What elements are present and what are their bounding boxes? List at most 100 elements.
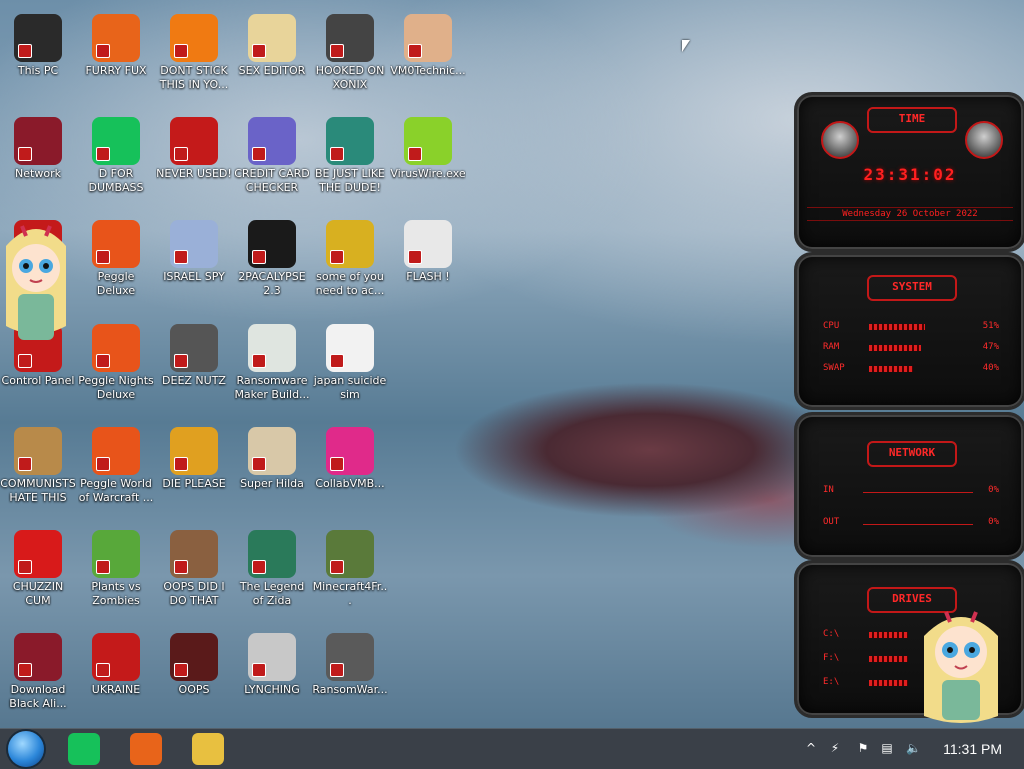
firefox-icon <box>92 14 140 62</box>
desktop-icon[interactable]: D FOR DUMBASS <box>78 109 154 209</box>
collabvm-icon <box>326 427 374 475</box>
desktop-icon[interactable]: Ransomware Maker Build... <box>234 316 310 416</box>
desktop-icon[interactable]: COMMUNISTS HATE THIS G... <box>0 419 76 519</box>
desktop-icon[interactable]: SEX EDITOR <box>234 6 310 106</box>
shortcut-badge-icon <box>330 354 344 368</box>
tray-up-arrow-icon[interactable]: ^ <box>804 741 818 755</box>
desktop-icon-label: VM0Technic... <box>390 64 466 77</box>
shortcut-badge-icon <box>18 354 32 368</box>
network-row-name: IN <box>823 485 834 495</box>
desktop-icon[interactable]: Peggle Deluxe <box>78 212 154 312</box>
desktop-icon[interactable]: VirusWire.exe <box>390 109 466 209</box>
shortcut-badge-icon <box>330 44 344 58</box>
desktop-icon-label: Peggle Deluxe <box>96 270 136 297</box>
peggle-icon <box>92 220 140 268</box>
tray-network-icon[interactable]: ▤ <box>880 741 894 755</box>
shortcut-badge-icon <box>174 44 188 58</box>
desktop-icon[interactable]: CollabVMB... <box>312 419 388 519</box>
desktop-icon-label: CREDIT CARD CHECKER <box>234 167 310 194</box>
desktop-icon[interactable]: Network <box>0 109 76 209</box>
desktop-icon[interactable]: HOOKED ON XONIX <box>312 6 388 106</box>
desktop-icon[interactable]: RansomWar... <box>312 625 388 725</box>
desktop-icon[interactable]: DIE PLEASE <box>156 419 232 519</box>
desktop-icon-label: LYNCHING <box>244 683 300 696</box>
flash-icon <box>404 220 452 268</box>
traffic-graph <box>863 524 973 525</box>
lime-icon <box>404 117 452 165</box>
shortcut-badge-icon <box>408 44 422 58</box>
desktop-icon-label: Download Black Ali... <box>9 683 67 710</box>
start-orb-icon[interactable] <box>8 731 44 767</box>
shortcut-badge-icon <box>174 560 188 574</box>
desktop-icon[interactable]: UKRAINE <box>78 625 154 725</box>
desktop-icon[interactable]: The Legend of Zida <box>234 522 310 622</box>
shortcut-badge-icon <box>18 147 32 161</box>
desktop-icon[interactable]: DONT STICK THIS IN YO... <box>156 6 232 106</box>
green-chat-icon[interactable] <box>68 733 100 765</box>
stacked-windows-icon <box>170 324 218 372</box>
tray-volume-icon[interactable]: 🔈 <box>906 741 921 755</box>
desktop-icon[interactable]: OOPS DID I DO THAT <box>156 522 232 622</box>
drive-row-name: F:\ <box>823 653 840 663</box>
desktop-icon[interactable]: Super Hilda <box>234 419 310 519</box>
shortcut-badge-icon <box>96 250 110 264</box>
shortcut-badge-icon <box>174 147 188 161</box>
shortcut-badge-icon <box>408 147 422 161</box>
tray-flag-icon[interactable]: ⚑ <box>856 741 870 755</box>
desktop-icon[interactable]: NEVER USED! <box>156 109 232 209</box>
network-row: IN 0% <box>823 485 999 499</box>
desktop-icon-label: some of you need to ac... <box>315 270 385 297</box>
terminal-icon <box>248 220 296 268</box>
desktop-icon[interactable]: VM0Technic... <box>390 6 466 106</box>
desktop-icon[interactable]: ISRAEL SPY <box>156 212 232 312</box>
shortcut-badge-icon <box>174 457 188 471</box>
desktop-icon[interactable]: japan suicide sim <box>312 316 388 416</box>
desktop-icon-label: Plants vs Zombies <box>91 580 141 607</box>
desktop-icon[interactable]: Peggle Nights Deluxe <box>78 316 154 416</box>
desktop-icon[interactable]: CREDIT CARD CHECKER <box>234 109 310 209</box>
system-row: CPU 51% <box>823 321 999 335</box>
mouse-cursor <box>682 40 690 52</box>
firefox-icon[interactable] <box>130 733 162 765</box>
tray-app-icon[interactable]: ⚡ <box>828 741 842 755</box>
desktop-icon-label: Ransomware Maker Build... <box>234 374 310 401</box>
desktop-icon[interactable]: 2PACALYPSE 2.3 <box>234 212 310 312</box>
desktop-icon[interactable]: CHUZZIN CUM <box>0 522 76 622</box>
system-row: SWAP 40% <box>823 363 999 377</box>
dog-icon <box>326 220 374 268</box>
alienware-orb-icon <box>14 633 62 681</box>
shortcut-badge-icon <box>18 457 32 471</box>
desktop-icon[interactable]: OOPS <box>156 625 232 725</box>
desktop-icon[interactable]: FURRY FUX <box>78 6 154 106</box>
network-pc-icon <box>170 220 218 268</box>
system-row: RAM 47% <box>823 342 999 356</box>
desktop-icon[interactable]: This PC <box>0 6 76 106</box>
usage-bar <box>869 366 913 372</box>
scp-logo-icon <box>248 633 296 681</box>
shortcut-badge-icon <box>174 663 188 677</box>
window-app-icon <box>248 324 296 372</box>
desktop-icon[interactable]: DEEZ NUTZ <box>156 316 232 416</box>
desktop-icon[interactable]: Download Black Ali... <box>0 625 76 725</box>
shortcut-badge-icon <box>96 44 110 58</box>
system-row-value: 51% <box>982 321 999 331</box>
desktop-icon[interactable]: LYNCHING <box>234 625 310 725</box>
desktop-icon[interactable]: some of you need to ac... <box>312 212 388 312</box>
shortcut-badge-icon <box>330 250 344 264</box>
network-header: NETWORK <box>867 441 957 467</box>
desktop-icon[interactable]: BE JUST LIKE THE DUDE! <box>312 109 388 209</box>
file-explorer-icon[interactable] <box>192 733 224 765</box>
drive-usage-bar <box>869 680 908 686</box>
radiation-icon <box>92 633 140 681</box>
desktop-icon-label: ISRAEL SPY <box>163 270 225 283</box>
alien-head-icon <box>821 121 859 159</box>
network-row-name: OUT <box>823 517 840 527</box>
taskbar-clock[interactable]: 11:31 PM <box>943 741 1002 757</box>
desktop-icon[interactable]: Peggle World of Warcraft ... <box>78 419 154 519</box>
desktop-icon[interactable]: Minecraft4Fr... <box>312 522 388 622</box>
peggle-wow-icon <box>92 427 140 475</box>
desktop-icon[interactable]: FLASH ! <box>390 212 466 312</box>
drive-row-name: E:\ <box>823 677 840 687</box>
taskbar: ^ ⚡ ⚑ ▤ 🔈 11:31 PM <box>0 728 1024 769</box>
desktop-icon[interactable]: Plants vs Zombies <box>78 522 154 622</box>
